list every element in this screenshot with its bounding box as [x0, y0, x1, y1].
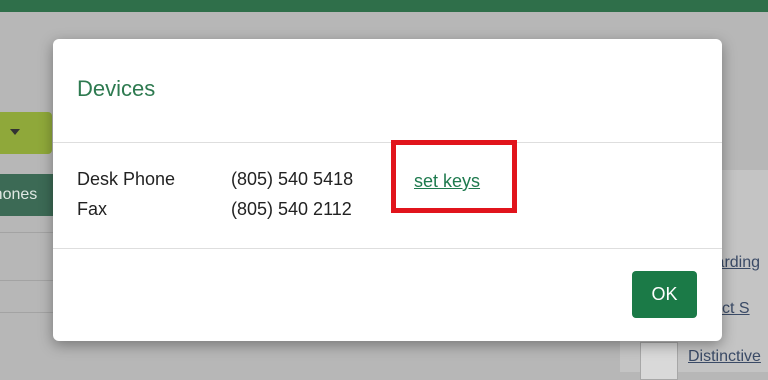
app-top-bar — [0, 0, 768, 12]
highlight-annotation-box — [391, 140, 517, 213]
device-name: Desk Phone — [77, 169, 176, 189]
background-divider — [0, 280, 60, 281]
device-number: (805) 540 5418 — [231, 169, 354, 189]
background-divider — [0, 232, 60, 233]
background-tab-label: Phones — [0, 186, 38, 203]
background-dropdown-button[interactable] — [0, 112, 52, 154]
dialog-divider — [53, 248, 722, 249]
ok-button[interactable]: OK — [632, 271, 697, 318]
background-thumbnail — [640, 342, 678, 380]
devices-dialog: Devices Desk Phone (805) 540 5418 Fax (8… — [53, 39, 722, 341]
device-number: (805) 540 2112 — [231, 199, 352, 219]
device-name: Fax — [77, 199, 108, 219]
caret-down-icon — [10, 129, 20, 135]
background-link[interactable]: Distinctive — [688, 348, 768, 366]
dialog-title: Devices — [77, 76, 156, 101]
dialog-divider — [53, 142, 722, 143]
background-divider — [0, 312, 60, 313]
